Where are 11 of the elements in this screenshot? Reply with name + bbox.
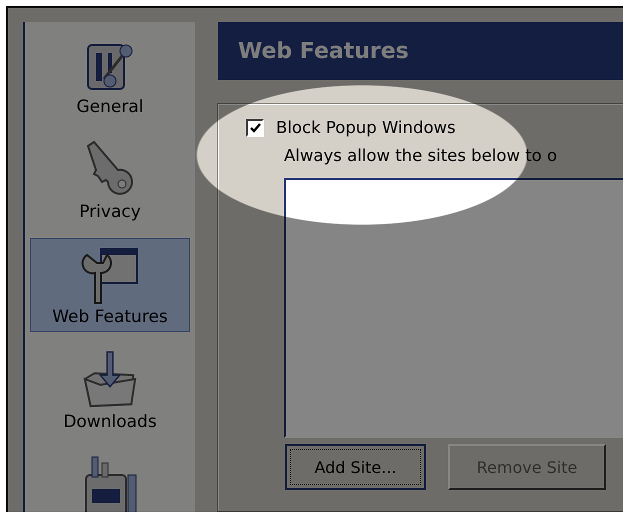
check-mark-icon: [250, 122, 260, 132]
wrench-window-icon: [81, 247, 139, 305]
sidebar-item[interactable]: Downloads: [30, 343, 190, 437]
pane-title: Web Features: [238, 38, 409, 64]
checkbox-label: Block Popup Windows: [276, 118, 456, 137]
add-site-button[interactable]: Add Site...: [285, 444, 426, 490]
block-popups-checkbox[interactable]: [246, 118, 264, 136]
sidebar-item[interactable]: Privacy: [30, 133, 190, 227]
sidebar-item[interactable]: Web Features: [30, 238, 190, 332]
sidebar-item[interactable]: General: [30, 28, 190, 122]
site-list[interactable]: [284, 178, 623, 438]
